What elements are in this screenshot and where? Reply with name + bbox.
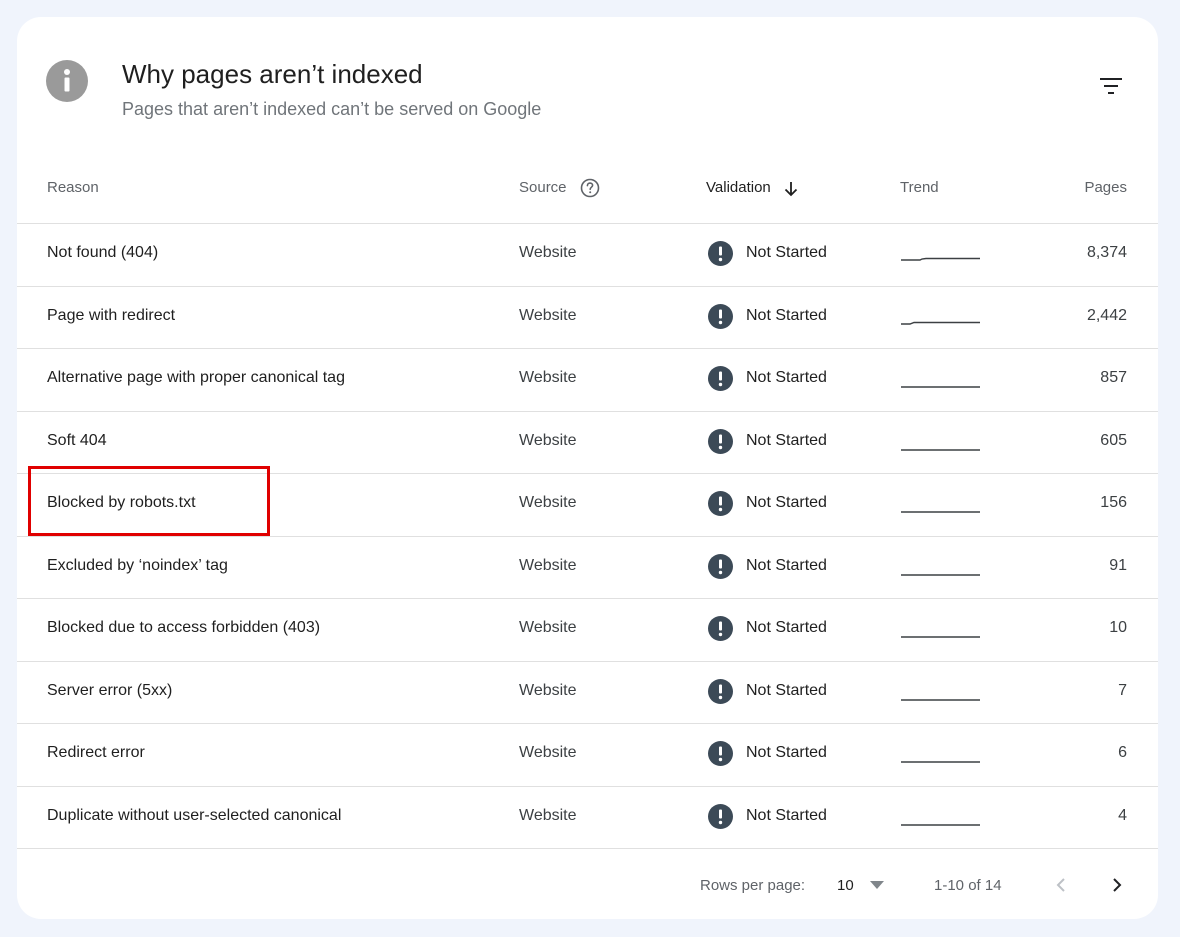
row-pages: 8,374: [1086, 244, 1127, 261]
column-header-source[interactable]: Source: [519, 167, 600, 209]
table-row[interactable]: Page with redirect Website Not Started 2…: [17, 287, 1158, 349]
exclamation-circle-icon: [708, 303, 733, 329]
filter-button[interactable]: [1093, 69, 1129, 101]
table-row[interactable]: Server error (5xx) Website Not Started 7: [17, 662, 1158, 724]
column-header-trend: Trend: [900, 179, 939, 196]
row-source: Website: [519, 681, 577, 699]
validation-status: Not Started: [746, 619, 827, 636]
caret-down-icon: [870, 881, 884, 889]
exclamation-circle-icon: [708, 491, 733, 516]
row-source: Website: [519, 619, 577, 636]
table-row[interactable]: Alternative page with proper canonical t…: [17, 349, 1158, 412]
validation-status: Not Started: [746, 431, 827, 449]
table-row[interactable]: Blocked by robots.txt Website Not Starte…: [17, 474, 1158, 537]
chevron-left-icon: [1056, 878, 1065, 892]
arrow-down-icon: [784, 182, 798, 197]
validation-status: Not Started: [746, 744, 827, 761]
exclamation-circle-icon: [708, 741, 733, 766]
row-source: Website: [519, 556, 577, 574]
column-header-validation-label: Validation: [706, 179, 771, 196]
exclamation-circle-icon: [708, 241, 733, 266]
row-pages: 605: [1100, 431, 1127, 449]
row-reason: Excluded by ‘noindex’ tag: [47, 556, 228, 574]
validation-status: Not Started: [746, 681, 827, 699]
rows-per-page-select[interactable]: 10: [835, 873, 891, 899]
table-row[interactable]: Blocked due to access forbidden (403) We…: [17, 599, 1158, 662]
filter-icon: [1100, 78, 1122, 94]
exclamation-circle-icon: [708, 553, 733, 579]
row-pages: 7: [1118, 681, 1127, 699]
page-title: Why pages aren’t indexed: [122, 59, 423, 89]
trend-sparkline: [900, 738, 982, 768]
trend-sparkline: [900, 613, 982, 643]
row-source: Website: [519, 806, 577, 824]
exclamation-circle-icon: [708, 428, 733, 454]
trend-sparkline: [900, 551, 982, 581]
trend-sparkline: [900, 801, 982, 831]
validation-status: Not Started: [746, 494, 827, 511]
row-pages: 91: [1109, 556, 1127, 574]
row-reason: Page with redirect: [47, 306, 176, 324]
row-reason: Soft 404: [47, 431, 107, 449]
table-row[interactable]: Excluded by ‘noindex’ tag Website Not St…: [17, 537, 1158, 599]
trend-sparkline: [900, 488, 982, 518]
validation-status: Not Started: [746, 244, 827, 261]
table-row[interactable]: Redirect error Website Not Started 6: [17, 724, 1158, 787]
column-header-source-label: Source: [519, 179, 567, 196]
trend-sparkline: [900, 301, 982, 331]
row-reason: Server error (5xx): [47, 681, 173, 699]
table-row[interactable]: Soft 404 Website Not Started 605: [17, 412, 1158, 474]
exclamation-circle-icon: [708, 616, 733, 641]
column-header-reason[interactable]: Reason: [47, 167, 99, 209]
previous-page-button[interactable]: [1047, 871, 1075, 899]
row-reason: Blocked due to access forbidden (403): [47, 619, 321, 636]
rows-per-page-value: 10: [837, 877, 854, 894]
row-pages: 6: [1118, 744, 1127, 761]
page-subtitle: Pages that aren’t indexed can’t be serve…: [122, 99, 542, 119]
row-source: Website: [519, 244, 577, 261]
row-source: Website: [519, 494, 577, 511]
row-pages: 10: [1109, 619, 1127, 636]
trend-sparkline: [900, 238, 982, 268]
row-pages: 2,442: [1086, 306, 1127, 324]
row-pages: 857: [1100, 369, 1127, 386]
table-row[interactable]: Not found (404) Website Not Started 8,37…: [17, 224, 1158, 287]
row-source: Website: [519, 744, 577, 761]
exclamation-circle-icon: [708, 803, 733, 829]
row-reason: Alternative page with proper canonical t…: [47, 369, 345, 386]
trend-sparkline: [900, 363, 982, 393]
validation-status: Not Started: [746, 306, 827, 324]
trend-sparkline: [900, 426, 982, 456]
table-row[interactable]: Duplicate without user-selected canonica…: [17, 787, 1158, 849]
row-source: Website: [519, 306, 577, 324]
exclamation-circle-icon: [708, 678, 733, 704]
column-header-validation[interactable]: Validation: [706, 167, 798, 209]
trend-sparkline: [900, 676, 982, 706]
column-header-pages[interactable]: Pages: [1084, 167, 1127, 209]
chevron-right-icon: [1113, 878, 1122, 892]
row-source: Website: [519, 431, 577, 449]
help-circle-icon[interactable]: [580, 178, 600, 198]
table-body: Not found (404) Website Not Started 8,37…: [17, 224, 1158, 849]
validation-status: Not Started: [746, 806, 827, 824]
row-pages: 4: [1118, 806, 1127, 824]
pagination: Rows per page: 10 1-10 of 14: [17, 867, 1158, 919]
pagination-range: 1-10 of 14: [934, 877, 1002, 894]
validation-status: Not Started: [746, 369, 827, 386]
row-pages: 156: [1100, 494, 1127, 511]
rows-per-page-label: Rows per page:: [700, 877, 806, 894]
info-icon: [46, 60, 88, 102]
table-header: Reason Source Validation Trend Pages: [17, 167, 1158, 224]
row-reason: Blocked by robots.txt: [47, 494, 196, 511]
next-page-button[interactable]: [1103, 871, 1131, 899]
card: Why pages aren’t indexed Pages that aren…: [17, 17, 1158, 919]
row-reason: Duplicate without user-selected canonica…: [47, 806, 342, 824]
row-reason: Not found (404): [47, 244, 159, 261]
row-reason: Redirect error: [47, 744, 145, 761]
exclamation-circle-icon: [708, 366, 733, 391]
validation-status: Not Started: [746, 556, 827, 574]
row-source: Website: [519, 369, 577, 386]
